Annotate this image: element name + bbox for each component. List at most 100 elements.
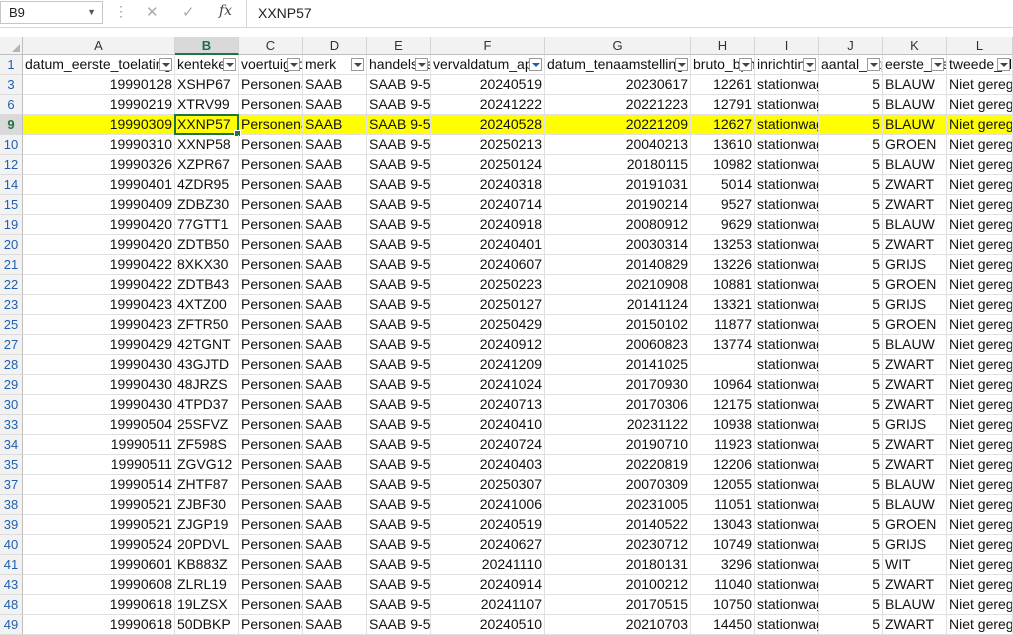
table-cell[interactable]: 11923: [691, 435, 755, 455]
table-cell[interactable]: 20240627: [431, 535, 545, 555]
table-cell[interactable]: Personenauto: [239, 435, 303, 455]
table-cell[interactable]: BLAUW: [883, 95, 947, 115]
table-cell[interactable]: 12791: [691, 95, 755, 115]
column-header-a[interactable]: A: [23, 37, 175, 55]
table-cell[interactable]: Niet geregistreerd: [947, 275, 1013, 295]
table-cell[interactable]: SAAB 9-5: [367, 475, 431, 495]
row-header[interactable]: 48: [0, 595, 23, 615]
table-cell[interactable]: 10881: [691, 275, 755, 295]
table-cell[interactable]: stationwagen: [755, 135, 819, 155]
table-cell[interactable]: ZFTR50: [175, 315, 239, 335]
table-cell[interactable]: 5: [819, 295, 883, 315]
table-cell[interactable]: ZDBZ30: [175, 195, 239, 215]
table-cell[interactable]: GROEN: [883, 135, 947, 155]
chevron-down-icon[interactable]: ▼: [87, 2, 96, 23]
table-cell[interactable]: 13610: [691, 135, 755, 155]
table-cell[interactable]: Niet geregistreerd: [947, 215, 1013, 235]
table-cell[interactable]: 13774: [691, 335, 755, 355]
table-cell[interactable]: 5: [819, 395, 883, 415]
table-cell[interactable]: Personenauto: [239, 95, 303, 115]
table-cell[interactable]: 19990524: [23, 535, 175, 555]
table-cell[interactable]: 20170306: [545, 395, 691, 415]
table-cell[interactable]: 20241006: [431, 495, 545, 515]
table-cell[interactable]: SAAB: [303, 75, 367, 95]
table-cell[interactable]: 20180131: [545, 555, 691, 575]
table-cell[interactable]: stationwagen: [755, 235, 819, 255]
table-cell[interactable]: SAAB 9-5: [367, 515, 431, 535]
table-cell[interactable]: 19990504: [23, 415, 175, 435]
table-cell[interactable]: Niet geregistreerd: [947, 295, 1013, 315]
table-cell[interactable]: SAAB: [303, 535, 367, 555]
table-cell[interactable]: 19990128: [23, 75, 175, 95]
table-cell[interactable]: stationwagen: [755, 115, 819, 135]
table-cell[interactable]: SAAB 9-5: [367, 455, 431, 475]
table-cell[interactable]: SAAB: [303, 455, 367, 475]
table-cell[interactable]: 10964: [691, 375, 755, 395]
table-cell[interactable]: stationwagen: [755, 355, 819, 375]
table-cell[interactable]: stationwagen: [755, 255, 819, 275]
table-cell[interactable]: 19990429: [23, 335, 175, 355]
table-cell[interactable]: 5: [819, 415, 883, 435]
table-cell[interactable]: 20240401: [431, 235, 545, 255]
table-cell[interactable]: ZHTF87: [175, 475, 239, 495]
header-cell-d[interactable]: merk: [303, 55, 367, 75]
table-cell[interactable]: 20170930: [545, 375, 691, 395]
table-cell[interactable]: SAAB 9-5: [367, 315, 431, 335]
table-cell[interactable]: Niet geregistreerd: [947, 475, 1013, 495]
table-cell[interactable]: 12175: [691, 395, 755, 415]
filter-dropdown-icon[interactable]: [675, 58, 688, 71]
row-header[interactable]: 49: [0, 615, 23, 635]
table-cell[interactable]: 19990608: [23, 575, 175, 595]
table-cell[interactable]: Personenauto: [239, 535, 303, 555]
header-cell-j[interactable]: aantal_zitplaatsen: [819, 55, 883, 75]
table-cell[interactable]: 20140522: [545, 515, 691, 535]
table-cell[interactable]: 20141124: [545, 295, 691, 315]
table-cell[interactable]: 5: [819, 455, 883, 475]
table-cell[interactable]: GROEN: [883, 315, 947, 335]
table-cell[interactable]: 20241107: [431, 595, 545, 615]
table-cell[interactable]: Niet geregistreerd: [947, 615, 1013, 635]
table-cell[interactable]: SAAB 9-5: [367, 575, 431, 595]
table-cell[interactable]: Personenauto: [239, 595, 303, 615]
table-cell[interactable]: SAAB 9-5: [367, 615, 431, 635]
table-cell[interactable]: Niet geregistreerd: [947, 495, 1013, 515]
row-header[interactable]: 28: [0, 355, 23, 375]
row-header[interactable]: 38: [0, 495, 23, 515]
table-cell[interactable]: 20180115: [545, 155, 691, 175]
table-cell[interactable]: SAAB 9-5: [367, 95, 431, 115]
table-cell[interactable]: Niet geregistreerd: [947, 115, 1013, 135]
filter-dropdown-icon[interactable]: [997, 58, 1010, 71]
name-box[interactable]: B9 ▼: [0, 1, 103, 24]
table-cell[interactable]: 19990219: [23, 95, 175, 115]
table-cell[interactable]: 42TGNT: [175, 335, 239, 355]
table-cell[interactable]: BLAUW: [883, 155, 947, 175]
table-cell[interactable]: SAAB: [303, 355, 367, 375]
table-cell[interactable]: Personenauto: [239, 355, 303, 375]
table-cell[interactable]: ZWART: [883, 575, 947, 595]
table-cell[interactable]: SAAB 9-5: [367, 555, 431, 575]
table-cell[interactable]: stationwagen: [755, 515, 819, 535]
table-cell[interactable]: 5: [819, 195, 883, 215]
table-cell[interactable]: Niet geregistreerd: [947, 75, 1013, 95]
table-cell[interactable]: BLAUW: [883, 215, 947, 235]
table-cell[interactable]: ZWART: [883, 435, 947, 455]
table-cell[interactable]: BLAUW: [883, 495, 947, 515]
row-header[interactable]: 23: [0, 295, 23, 315]
table-cell[interactable]: stationwagen: [755, 175, 819, 195]
table-cell[interactable]: 20141025: [545, 355, 691, 375]
table-cell[interactable]: 20230712: [545, 535, 691, 555]
table-cell[interactable]: KB883Z: [175, 555, 239, 575]
table-cell[interactable]: 8XKX30: [175, 255, 239, 275]
table-cell[interactable]: 5: [819, 515, 883, 535]
table-cell[interactable]: 5: [819, 475, 883, 495]
table-cell[interactable]: SAAB 9-5: [367, 595, 431, 615]
table-cell[interactable]: 3296: [691, 555, 755, 575]
table-cell[interactable]: Niet geregistreerd: [947, 95, 1013, 115]
table-cell[interactable]: 20240528: [431, 115, 545, 135]
table-cell[interactable]: Personenauto: [239, 115, 303, 135]
table-cell[interactable]: GROEN: [883, 515, 947, 535]
table-cell[interactable]: stationwagen: [755, 395, 819, 415]
table-cell[interactable]: 5: [819, 155, 883, 175]
table-cell[interactable]: Personenauto: [239, 615, 303, 635]
header-cell-c[interactable]: voertuigsoort: [239, 55, 303, 75]
